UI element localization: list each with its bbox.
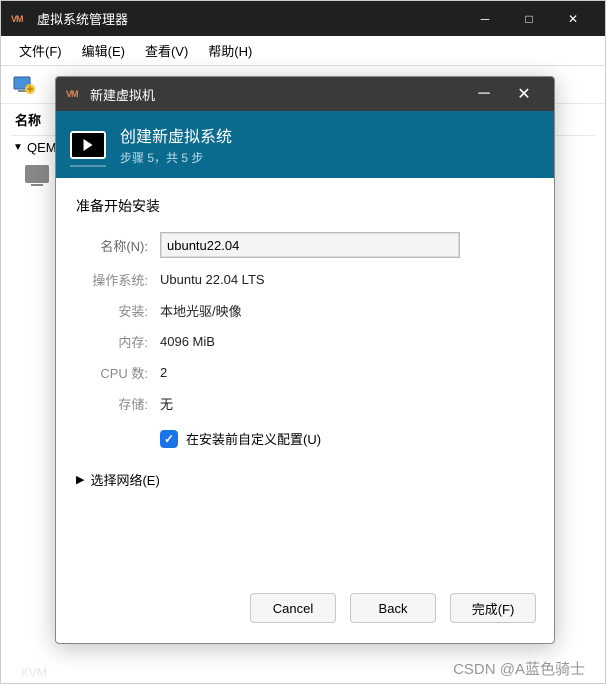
summary-table: 名称(N): 操作系统: Ubuntu 22.04 LTS 安装: 本地光驱/映… <box>76 232 534 448</box>
storage-label: 存储: <box>76 394 148 413</box>
dialog-close-button[interactable]: ✕ <box>504 77 544 111</box>
new-vm-dialog: VM 新建虚拟机 ─ ✕ 创建新虚拟系统 步骤 5，共 5 步 准备开始安装 名… <box>55 76 555 644</box>
minimize-button[interactable]: ─ <box>463 1 507 36</box>
menu-help[interactable]: 帮助(H) <box>198 37 262 64</box>
main-window-title: 虚拟系统管理器 <box>37 9 463 28</box>
banner-step: 步骤 5，共 5 步 <box>120 149 232 166</box>
cpu-label: CPU 数: <box>76 363 148 382</box>
main-window-controls: ─ □ ✕ <box>463 1 595 36</box>
banner-heading: 创建新虚拟系统 <box>120 123 232 147</box>
network-expander-label: 选择网络(E) <box>90 470 159 489</box>
menu-file[interactable]: 文件(F) <box>9 37 72 64</box>
cancel-button[interactable]: Cancel <box>250 593 336 623</box>
storage-value: 无 <box>160 394 534 413</box>
install-label: 安装: <box>76 301 148 320</box>
watermark: CSDN @A蓝色骑士 <box>1 653 605 683</box>
create-vm-icon <box>70 131 106 159</box>
maximize-button[interactable]: □ <box>507 1 551 36</box>
banner-icon-wrap <box>70 131 106 159</box>
main-titlebar: VM 虚拟系统管理器 ─ □ ✕ <box>1 1 605 36</box>
customize-checkbox[interactable]: ✓ <box>160 430 178 448</box>
dialog-button-bar: Cancel Back 完成(F) <box>56 579 554 643</box>
os-label: 操作系统: <box>76 270 148 289</box>
app-icon: VM <box>11 12 29 26</box>
dialog-titlebar: VM 新建虚拟机 ─ ✕ <box>56 77 554 111</box>
customize-label: 在安装前自定义配置(U) <box>186 429 321 448</box>
memory-value: 4096 MiB <box>160 334 534 349</box>
close-button[interactable]: ✕ <box>551 1 595 36</box>
customize-checkbox-row[interactable]: ✓ 在安装前自定义配置(U) <box>160 429 534 448</box>
vm-monitor-icon <box>25 165 49 183</box>
name-input[interactable] <box>160 232 460 258</box>
banner-text: 创建新虚拟系统 步骤 5，共 5 步 <box>120 123 232 166</box>
memory-label: 内存: <box>76 332 148 351</box>
finish-button[interactable]: 完成(F) <box>450 593 536 623</box>
cpu-value: 2 <box>160 365 534 380</box>
dialog-body: 准备开始安装 名称(N): 操作系统: Ubuntu 22.04 LTS 安装:… <box>56 178 554 579</box>
dialog-banner: 创建新虚拟系统 步骤 5，共 5 步 <box>56 111 554 178</box>
dialog-app-icon: VM <box>66 89 84 99</box>
menu-edit[interactable]: 编辑(E) <box>72 37 135 64</box>
expand-arrow-icon: ▼ <box>13 142 27 153</box>
dialog-title: 新建虚拟机 <box>90 85 464 104</box>
back-button[interactable]: Back <box>350 593 436 623</box>
network-expander[interactable]: ▶ 选择网络(E) <box>76 470 534 489</box>
ready-label: 准备开始安装 <box>76 196 534 216</box>
main-menubar: 文件(F) 编辑(E) 查看(V) 帮助(H) <box>1 36 605 66</box>
install-value: 本地光驱/映像 <box>160 301 534 320</box>
new-vm-toolbar-button[interactable] <box>9 71 39 99</box>
os-value: Ubuntu 22.04 LTS <box>160 272 534 287</box>
dialog-minimize-button[interactable]: ─ <box>464 77 504 111</box>
name-label: 名称(N): <box>76 236 148 255</box>
menu-view[interactable]: 查看(V) <box>135 37 198 64</box>
chevron-right-icon: ▶ <box>76 473 84 486</box>
